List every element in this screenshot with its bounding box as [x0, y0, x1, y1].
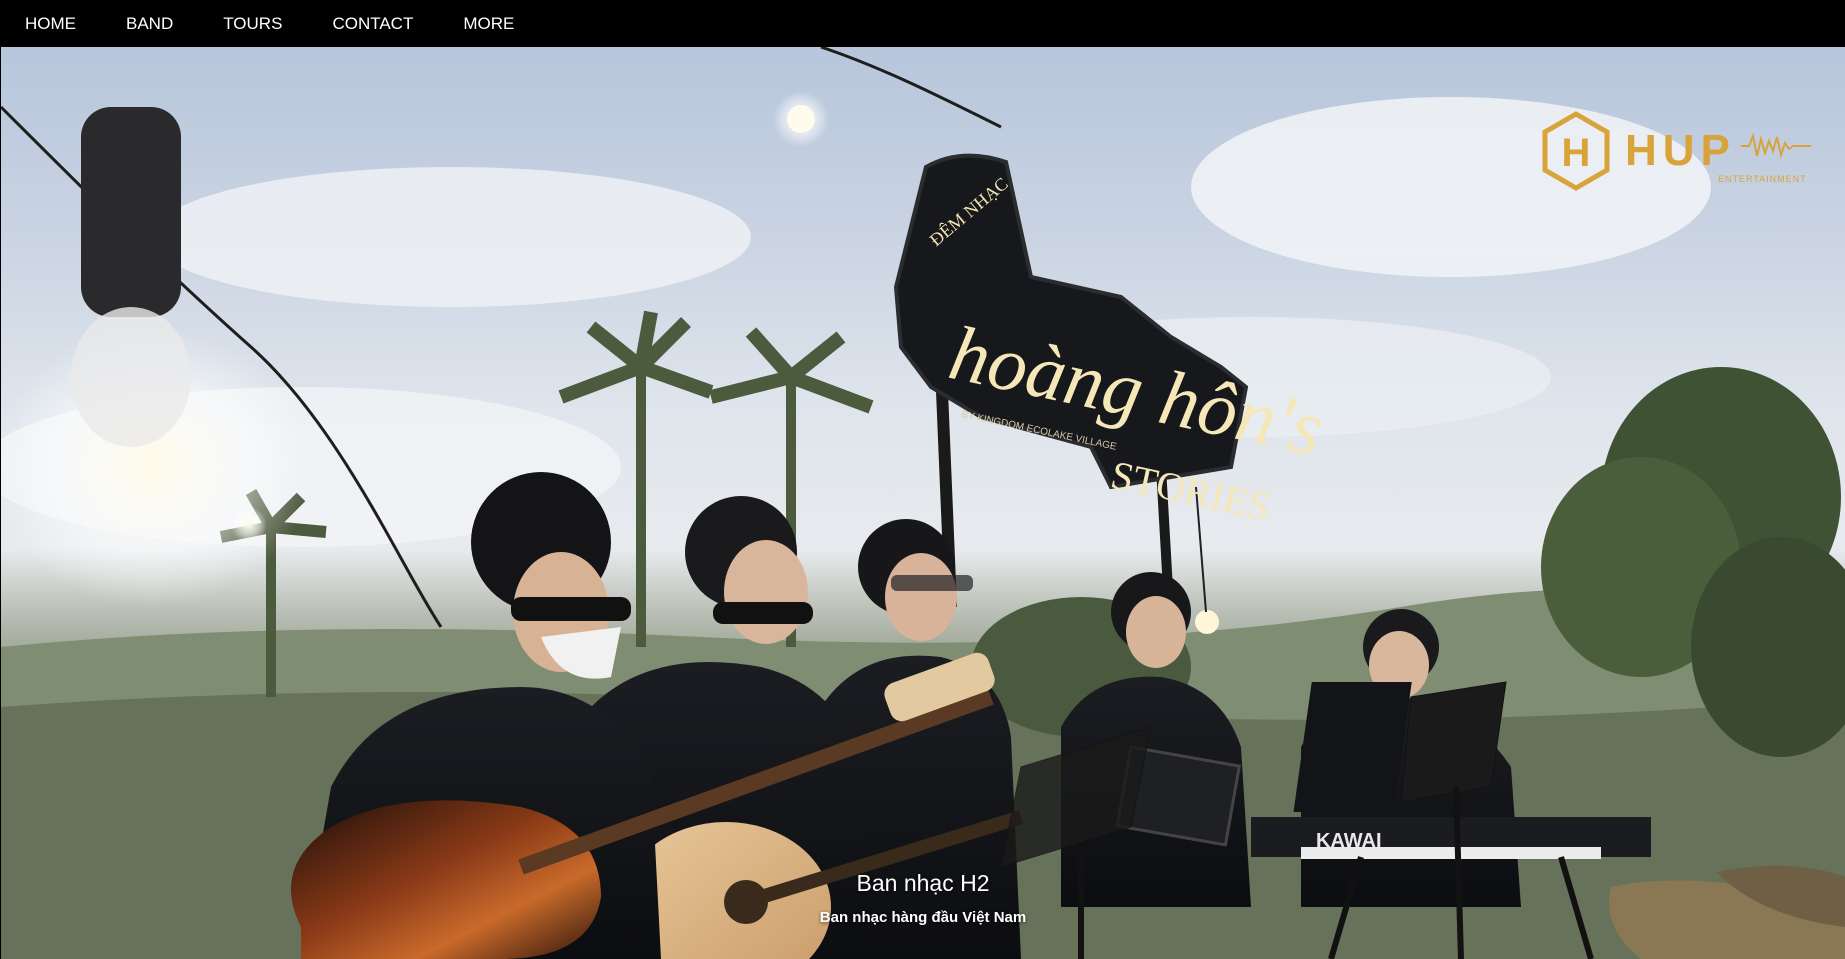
nav-home-link[interactable]: HOME [0, 0, 101, 47]
nav-band-link[interactable]: BAND [101, 0, 198, 47]
caption-title: Ban nhạc H2 [856, 870, 990, 896]
caption-subtitle: Ban nhạc hàng đầu Việt Nam [819, 909, 1027, 926]
slide-caption: Ban nhạc H2 Ban nhạc hàng đầu Việt Nam [1, 869, 1845, 927]
keyboard-brand-label: KAWAI [1316, 830, 1382, 852]
nav-more-link[interactable]: MORE [438, 0, 539, 47]
svg-text:H: H [1562, 131, 1591, 175]
hup-entertainment-logo: H HUP ENTERTAINMENT [1541, 111, 1811, 201]
sound-wave-icon [1741, 132, 1811, 159]
logo-subtitle: ENTERTAINMENT [1718, 174, 1807, 184]
hero-slide: ĐÊM NHẠC hoàng hôn's STORIES BY KINGDOM … [1, 47, 1845, 959]
nav-contact-link[interactable]: CONTACT [307, 0, 438, 47]
top-navigation: HOME BAND TOURS CONTACT MORE [0, 0, 1845, 47]
logo-wordmark: HUP [1625, 126, 1736, 175]
hexagon-logo-icon: H [1542, 111, 1610, 191]
nav-tours-link[interactable]: TOURS [198, 0, 307, 47]
